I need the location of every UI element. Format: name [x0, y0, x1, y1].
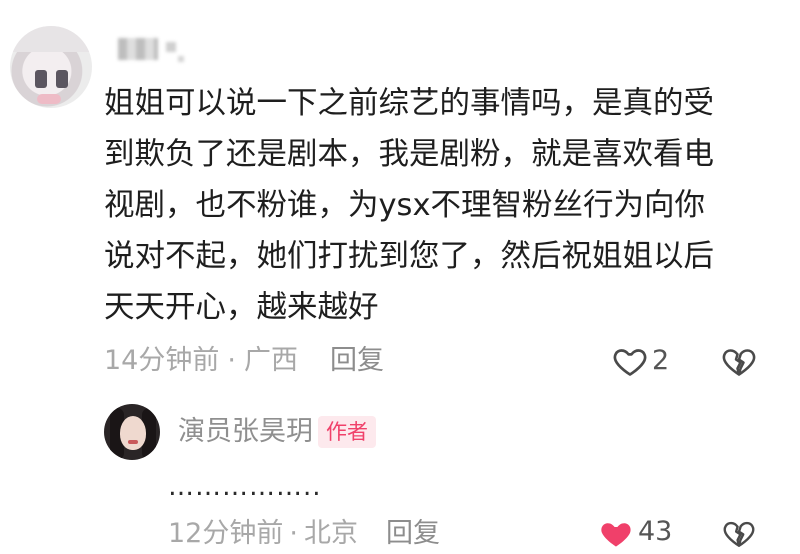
commenter-name-blurred[interactable] [118, 38, 158, 60]
comment-line: 说对不起，她们打扰到您了，然后祝姐姐以后 [104, 239, 714, 274]
comment-time: 14分钟前 [104, 345, 220, 376]
comment-line: 到欺负了还是剧本，我是剧粉，就是喜欢看电 [104, 137, 714, 172]
commenter-name-blurred-mark [178, 56, 184, 62]
separator-dot: · [227, 345, 236, 376]
heart-filled-icon[interactable] [598, 516, 634, 548]
separator-dot: · [289, 518, 298, 549]
comment-line: 视剧，也不粉谁，为ysx不理智粉丝行为向你 [104, 188, 705, 223]
author-name[interactable]: 演员张昊玥 [178, 412, 313, 452]
reply-body: …………….. [168, 472, 322, 502]
comment-line: 姐姐可以说一下之前综艺的事情吗，是真的受 [104, 86, 714, 121]
like-count: 2 [652, 345, 670, 376]
heart-outline-icon[interactable] [612, 343, 648, 379]
comment-location: 广西 [243, 345, 298, 376]
reply-time: 12分钟前 [168, 518, 284, 549]
commenter-name-blurred-mark [166, 42, 176, 52]
broken-heart-icon[interactable] [720, 343, 758, 379]
reply-meta: 12分钟前 · 北京 回复 [168, 514, 440, 554]
reply-button[interactable]: 回复 [386, 518, 440, 549]
commenter-avatar[interactable] [10, 26, 92, 108]
broken-heart-icon[interactable] [720, 516, 758, 550]
author-badge: 作者 [318, 416, 376, 448]
reply-location: 北京 [303, 518, 358, 549]
like-count: 43 [638, 516, 673, 547]
reply-button[interactable]: 回复 [330, 345, 384, 376]
comment-body: 姐姐可以说一下之前综艺的事情吗，是真的受 到欺负了还是剧本，我是剧粉，就是喜欢看… [104, 78, 784, 333]
comment-line: 天天开心，越来越好 [104, 290, 379, 325]
comment-meta: 14分钟前 · 广西 回复 [104, 339, 384, 383]
author-avatar[interactable] [104, 404, 160, 460]
